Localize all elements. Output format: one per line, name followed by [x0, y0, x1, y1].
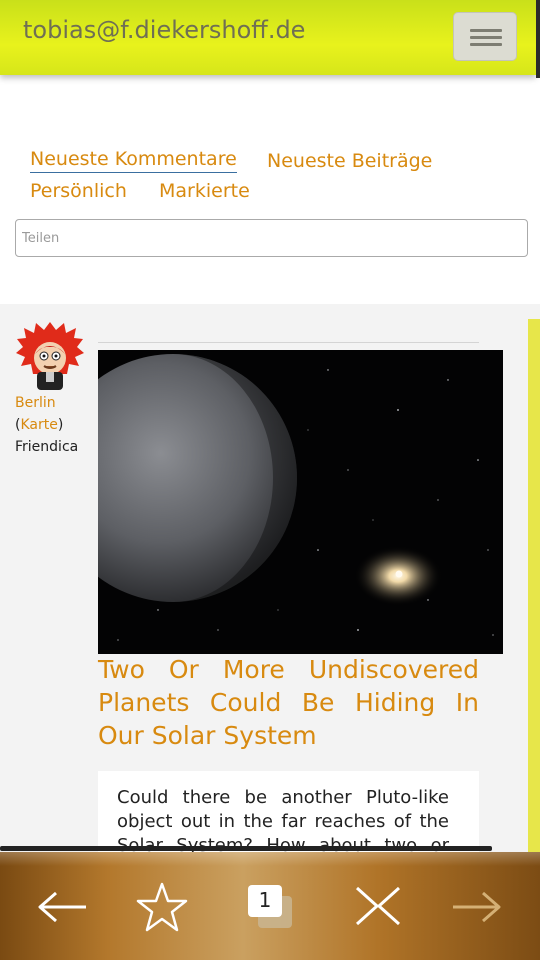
- author-avatar[interactable]: [15, 320, 85, 390]
- post-title[interactable]: Two Or More Undiscovered Planets Could B…: [98, 653, 479, 752]
- post-divider: [98, 342, 479, 343]
- back-button[interactable]: [26, 872, 96, 942]
- forward-button[interactable]: [443, 872, 513, 942]
- network-label: Friendica: [15, 439, 79, 455]
- forward-arrow-icon: [453, 891, 501, 923]
- browser-toolbar: 1: [0, 852, 540, 960]
- tab-newest-posts[interactable]: Neueste Beiträge: [267, 146, 432, 176]
- post-image[interactable]: [98, 350, 503, 654]
- tab-personal[interactable]: Persönlich: [30, 176, 127, 206]
- tabs-button[interactable]: 1: [235, 872, 305, 942]
- hamburger-menu-icon: [470, 29, 502, 32]
- share-input[interactable]: [15, 219, 528, 257]
- author-location-link[interactable]: Berlin: [15, 395, 56, 411]
- hamburger-menu-icon-bar: [470, 36, 502, 39]
- progress-line: [0, 846, 492, 851]
- close-button[interactable]: [343, 872, 413, 942]
- bookmark-star-icon: [136, 882, 188, 932]
- map-link[interactable]: Karte: [20, 417, 57, 433]
- hamburger-menu-icon-bar: [470, 43, 502, 46]
- bookmark-button[interactable]: [127, 872, 197, 942]
- author-info: Berlin (Karte) Friendica: [15, 392, 78, 458]
- window-edge: [536, 0, 540, 78]
- map-paren-close: ): [57, 417, 64, 433]
- scroll-indicator: [528, 319, 540, 879]
- tab-starred[interactable]: Markierte: [159, 176, 250, 206]
- back-arrow-icon: [38, 891, 86, 923]
- app-header: tobias@f.diekershoff.de: [0, 0, 536, 75]
- tab-newest-comments[interactable]: Neueste Kommentare: [30, 146, 237, 173]
- tab-count: 1: [258, 888, 272, 912]
- menu-button[interactable]: [453, 12, 517, 61]
- close-x-icon: [355, 886, 401, 926]
- account-title[interactable]: tobias@f.diekershoff.de: [23, 16, 305, 44]
